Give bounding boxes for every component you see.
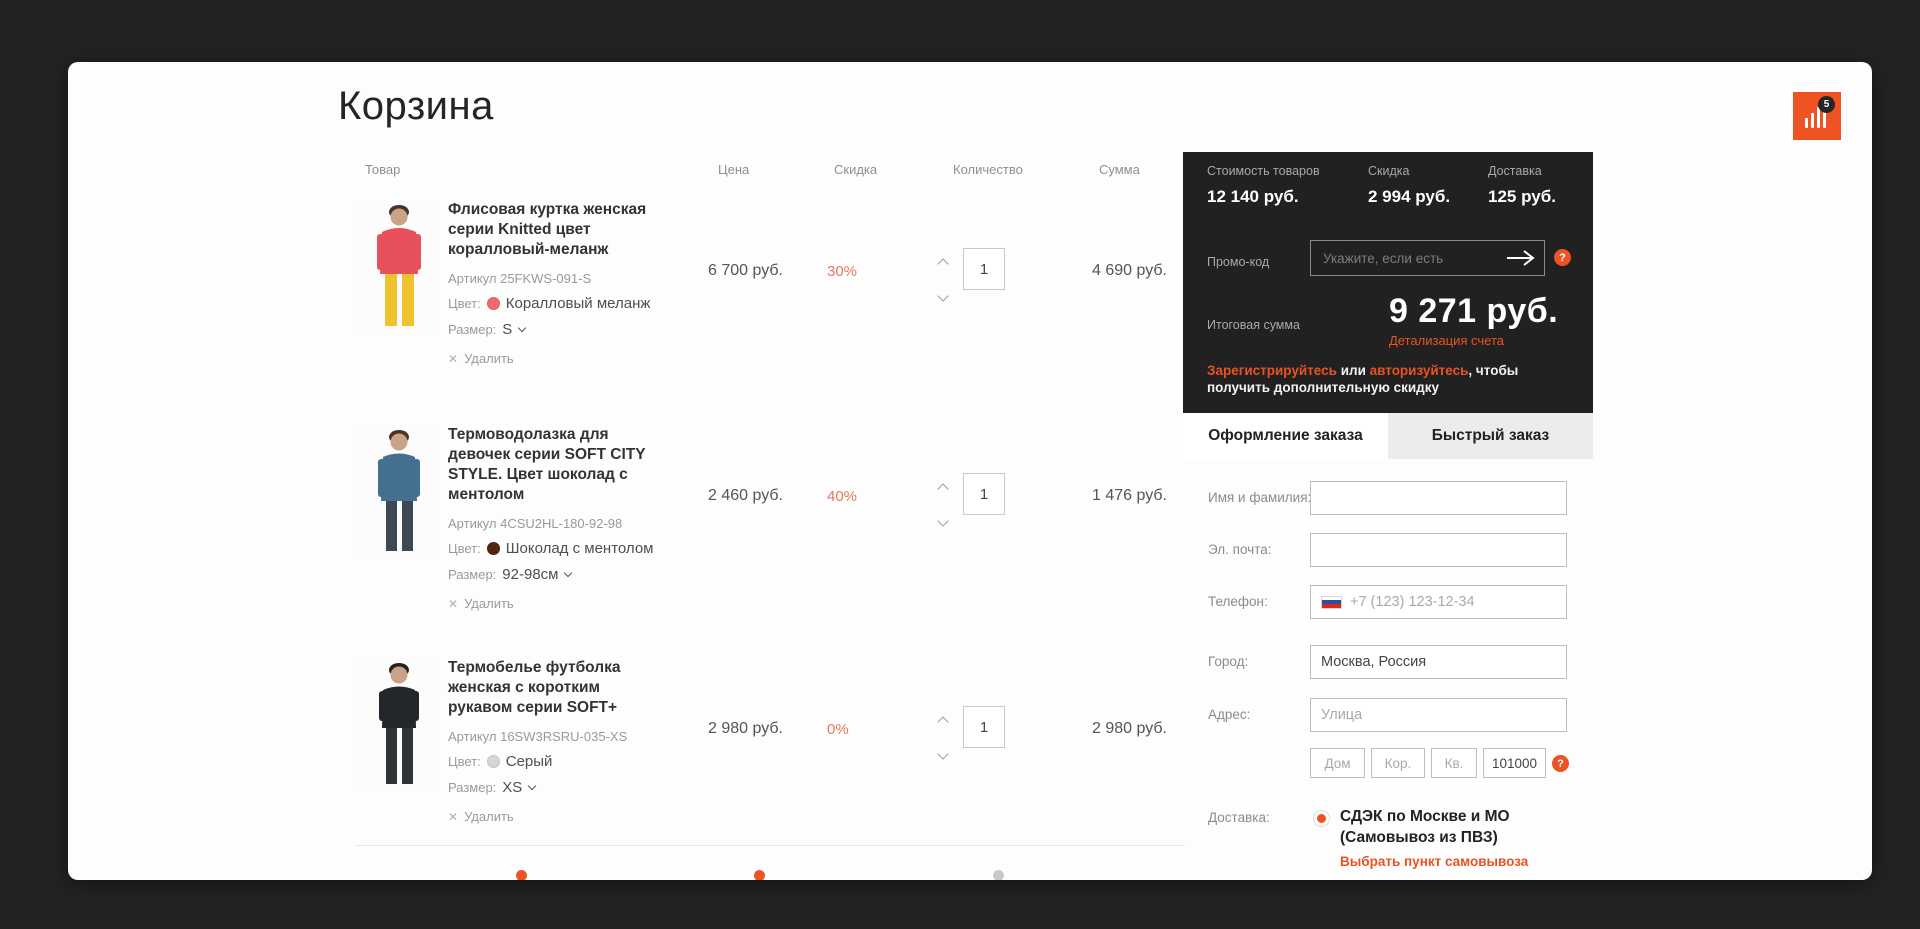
pickup-point-link[interactable]: Выбрать пункт самовывоза	[1340, 854, 1528, 869]
city-label: Город:	[1208, 654, 1248, 669]
apartment-field[interactable]	[1431, 748, 1477, 778]
page-card: Корзина 5 Товар Цена Скидка Количество С…	[68, 62, 1872, 880]
item-sum: 4 690 руб.	[1055, 262, 1167, 280]
product-size-select[interactable]: Размер: XS	[448, 779, 666, 796]
russia-flag-icon	[1321, 596, 1342, 609]
chevron-up-icon[interactable]	[937, 258, 948, 269]
zip-field[interactable]	[1483, 748, 1546, 778]
product-photo[interactable]	[358, 427, 440, 557]
quantity-input[interactable]	[963, 248, 1005, 290]
phone-field[interactable]	[1350, 594, 1556, 610]
col-header-quantity: Количество	[953, 162, 1023, 177]
promo-submit-arrow[interactable]	[1505, 248, 1537, 268]
item-price: 6 700 руб.	[708, 262, 783, 280]
invoice-details-link[interactable]: Детализация счета	[1389, 333, 1558, 348]
name-field[interactable]	[1310, 481, 1567, 515]
cart-button[interactable]: 5	[1793, 92, 1841, 140]
chevron-down-icon[interactable]	[937, 290, 948, 301]
delivery-option-label[interactable]: СДЭК по Москве и МО (Самовывоз из ПВЗ)	[1340, 806, 1550, 848]
chevron-down-icon	[564, 569, 572, 577]
summary-cost: Стоимость товаров 12 140 руб.	[1207, 164, 1320, 207]
quantity-input[interactable]	[963, 473, 1005, 515]
product-article: Артикул 16SW3RSRU-035-XS	[448, 729, 666, 744]
email-field[interactable]	[1310, 533, 1567, 567]
partial-help-dot	[754, 870, 765, 880]
chevron-up-icon[interactable]	[937, 716, 948, 727]
close-icon: ✕	[448, 810, 458, 824]
quantity-input[interactable]	[963, 706, 1005, 748]
promo-label: Промо-код	[1207, 255, 1269, 269]
product-photo[interactable]	[358, 660, 440, 790]
table-bottom-divider	[355, 845, 1185, 846]
col-header-product: Товар	[365, 162, 400, 177]
item-sum: 2 980 руб.	[1055, 720, 1167, 738]
name-label: Имя и фамилия:	[1208, 490, 1311, 505]
chevron-down-icon[interactable]	[937, 748, 948, 759]
item-price: 2 460 руб.	[708, 487, 783, 505]
product-photo[interactable]	[358, 202, 440, 332]
email-label: Эл. почта:	[1208, 542, 1271, 557]
item-sum: 1 476 руб.	[1055, 487, 1167, 505]
quantity-stepper[interactable]	[936, 477, 952, 533]
promo-help-icon[interactable]: ?	[1554, 249, 1571, 266]
chevron-down-icon[interactable]	[937, 515, 948, 526]
col-header-discount: Скидка	[834, 162, 877, 177]
chevron-up-icon[interactable]	[937, 483, 948, 494]
register-link[interactable]: Зарегистрируйтесь	[1207, 363, 1337, 378]
chevron-down-icon	[528, 782, 536, 790]
color-swatch	[487, 297, 500, 310]
remove-item-link[interactable]: ✕ Удалить	[448, 809, 514, 824]
delivery-radio[interactable]	[1313, 810, 1330, 827]
address-label: Адрес:	[1208, 707, 1250, 722]
tab-quick-order[interactable]: Быстрый заказ	[1388, 413, 1593, 459]
item-discount: 0%	[827, 721, 849, 738]
item-discount: 40%	[827, 488, 857, 505]
order-summary-panel: Стоимость товаров 12 140 руб. Скидка 2 9…	[1183, 152, 1593, 413]
street-field[interactable]	[1310, 698, 1567, 732]
page-title: Корзина	[338, 84, 494, 129]
tab-checkout[interactable]: Оформление заказа	[1183, 413, 1388, 459]
city-field[interactable]	[1310, 645, 1567, 679]
close-icon: ✕	[448, 597, 458, 611]
checkout-tabs: Оформление заказа Быстрый заказ	[1183, 413, 1593, 459]
total-label: Итоговая сумма	[1207, 318, 1300, 332]
color-swatch	[487, 755, 500, 768]
product-title[interactable]: Термоводолазка для девочек серии SOFT CI…	[448, 425, 666, 505]
chevron-down-icon	[518, 324, 526, 332]
total-amount: 9 271 руб.	[1389, 292, 1558, 331]
zip-help-icon[interactable]: ?	[1552, 755, 1569, 772]
login-link[interactable]: авторизуйтесь	[1370, 363, 1469, 378]
partial-help-dot	[516, 870, 527, 880]
phone-label: Телефон:	[1208, 594, 1268, 609]
product-article: Артикул 4CSU2HL-180-92-98	[448, 516, 666, 531]
summary-delivery: Доставка 125 руб.	[1488, 164, 1556, 207]
building-field[interactable]	[1371, 748, 1425, 778]
product-article: Артикул 25FKWS-091-S	[448, 271, 666, 286]
col-header-sum: Сумма	[1099, 162, 1140, 177]
summary-discount: Скидка 2 994 руб.	[1368, 164, 1450, 207]
house-field[interactable]	[1310, 748, 1365, 778]
product-size-select[interactable]: Размер: S	[448, 321, 666, 338]
product-title[interactable]: Флисовая куртка женская серии Knitted цв…	[448, 200, 666, 260]
quantity-stepper[interactable]	[936, 252, 952, 308]
product-color: Цвет: Серый	[448, 753, 666, 770]
delivery-label: Доставка:	[1208, 810, 1270, 825]
quantity-stepper[interactable]	[936, 710, 952, 766]
product-color: Цвет: Коралловый меланж	[448, 295, 666, 312]
product-color: Цвет: Шоколад с ментолом	[448, 540, 666, 557]
product-size-select[interactable]: Размер: 92-98см	[448, 566, 666, 583]
cart-page: { "page": { "title": "Корзина" }, "theme…	[0, 0, 1920, 929]
col-header-price: Цена	[718, 162, 749, 177]
phone-field-wrap	[1310, 585, 1567, 619]
item-price: 2 980 руб.	[708, 720, 783, 738]
cart-count-badge: 5	[1818, 96, 1835, 113]
partial-help-dot	[993, 870, 1004, 880]
remove-item-link[interactable]: ✕ Удалить	[448, 596, 514, 611]
product-title[interactable]: Термобелье футболка женская с коротким р…	[448, 658, 666, 718]
item-discount: 30%	[827, 263, 857, 280]
color-swatch	[487, 542, 500, 555]
register-note: Зарегистрируйтесь или авторизуйтесь, что…	[1207, 362, 1579, 396]
close-icon: ✕	[448, 352, 458, 366]
remove-item-link[interactable]: ✕ Удалить	[448, 351, 514, 366]
